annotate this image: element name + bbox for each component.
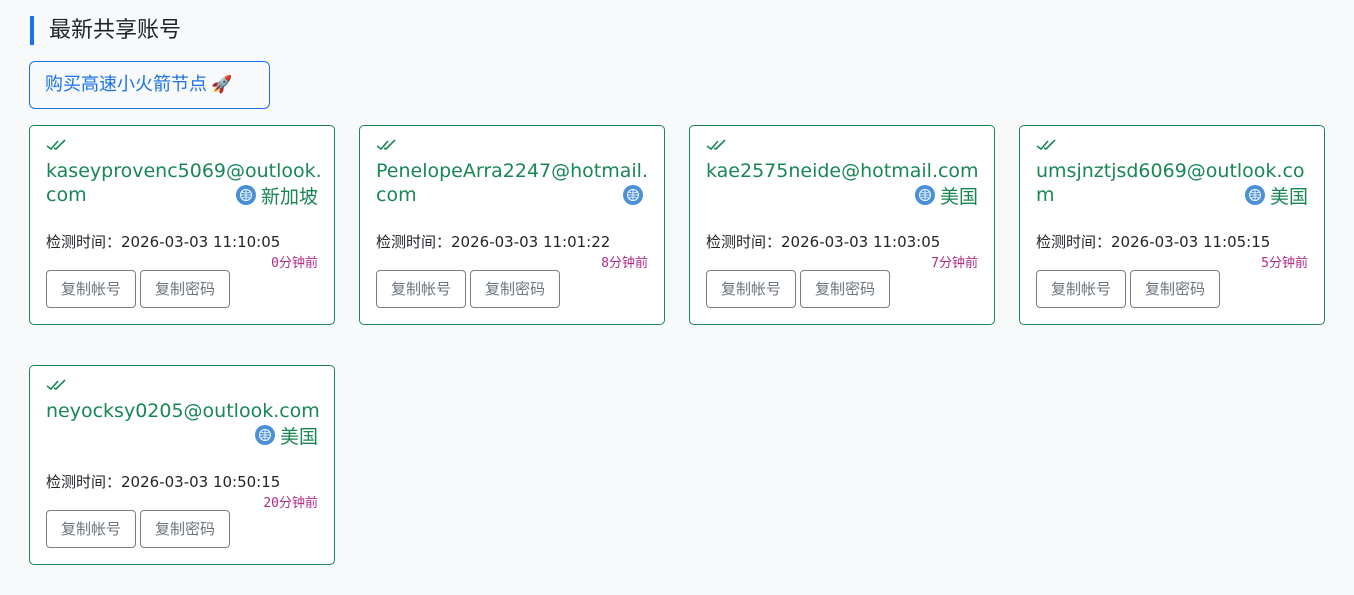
time-ago: 8分钟前 <box>601 256 648 271</box>
check-time: 检测时间：2026-03-03 11:05:15 <box>1036 232 1270 252</box>
time-ago: 5分钟前 <box>1261 256 1308 271</box>
check-time-value: 2026-03-03 11:05:15 <box>1111 233 1271 251</box>
check-time-label: 检测时间： <box>376 233 452 251</box>
region-name: 美国 <box>279 425 318 448</box>
check-time-value: 2026-03-03 11:03:05 <box>781 233 941 251</box>
check-time-value: 2026-03-03 10:50:15 <box>121 473 281 491</box>
time-ago: 0分钟前 <box>271 256 318 271</box>
account-email: PenelopeArra2247@hotmail.com <box>376 160 649 206</box>
account-card: PenelopeArra2247@hotmail.com 检测时间：2026-0… <box>359 125 665 325</box>
globe-icon <box>235 185 256 205</box>
time-ago: 20分钟前 <box>263 496 318 511</box>
check-time: 检测时间：2026-03-03 11:10:05 <box>46 232 280 252</box>
copy-password-button[interactable]: 复制密码 <box>800 270 890 308</box>
rocket-icon: 🚀 <box>211 75 233 95</box>
buy-node-label: 购买高速小火箭节点 <box>45 74 207 95</box>
globe-icon <box>1244 185 1265 205</box>
check-time-label: 检测时间： <box>706 233 782 251</box>
copy-account-button[interactable]: 复制帐号 <box>1036 270 1126 308</box>
account-email: neyocksy0205@outlook.com <box>46 400 320 422</box>
globe-icon <box>914 185 935 205</box>
check-time-value: 2026-03-03 11:10:05 <box>121 233 281 251</box>
check-time-value: 2026-03-03 11:01:22 <box>451 233 611 251</box>
account-region: 美国 <box>914 183 978 208</box>
account-region: 美国 <box>1244 183 1308 208</box>
double-check-icon <box>46 379 66 391</box>
section-title: 最新共享账号 <box>30 16 181 45</box>
copy-password-button[interactable]: 复制密码 <box>1130 270 1220 308</box>
double-check-icon <box>376 139 396 151</box>
account-region: 美国 <box>254 423 318 448</box>
globe-icon <box>254 425 275 445</box>
double-check-icon <box>706 139 726 151</box>
account-email: kae2575neide@hotmail.com <box>706 160 979 182</box>
globe-icon <box>623 185 643 205</box>
account-region <box>623 183 648 207</box>
double-check-icon <box>1036 139 1056 151</box>
account-card: kaseyprovenc5069@outlook.com 新加坡 检测时间：20… <box>29 125 335 325</box>
copy-account-button[interactable]: 复制帐号 <box>46 270 136 308</box>
region-name: 美国 <box>1269 185 1308 208</box>
buy-node-button[interactable]: 购买高速小火箭节点 🚀 <box>29 61 270 109</box>
copy-password-button[interactable]: 复制密码 <box>140 510 230 548</box>
copy-account-button[interactable]: 复制帐号 <box>376 270 466 308</box>
account-card: neyocksy0205@outlook.com 美国 检测时间：2026-03… <box>29 365 335 565</box>
check-time-label: 检测时间： <box>46 473 122 491</box>
double-check-icon <box>46 139 66 151</box>
region-name: 新加坡 <box>260 185 318 208</box>
check-time-label: 检测时间： <box>46 233 122 251</box>
check-time: 检测时间：2026-03-03 11:03:05 <box>706 232 940 252</box>
copy-account-button[interactable]: 复制帐号 <box>46 510 136 548</box>
account-card: kae2575neide@hotmail.com 美国 检测时间：2026-03… <box>689 125 995 325</box>
time-ago: 7分钟前 <box>931 256 978 271</box>
page: 最新共享账号 购买高速小火箭节点 🚀 kaseyprovenc5069@outlo… <box>0 0 1354 595</box>
region-name: 美国 <box>939 185 978 208</box>
account-card: umsjnztjsd6069@outlook.com 美国 检测时间：2026-… <box>1019 125 1325 325</box>
copy-account-button[interactable]: 复制帐号 <box>706 270 796 308</box>
check-time-label: 检测时间： <box>1036 233 1112 251</box>
check-time: 检测时间：2026-03-03 11:01:22 <box>376 232 610 252</box>
check-time: 检测时间：2026-03-03 10:50:15 <box>46 472 280 492</box>
copy-password-button[interactable]: 复制密码 <box>470 270 560 308</box>
account-region: 新加坡 <box>235 183 318 208</box>
copy-password-button[interactable]: 复制密码 <box>140 270 230 308</box>
